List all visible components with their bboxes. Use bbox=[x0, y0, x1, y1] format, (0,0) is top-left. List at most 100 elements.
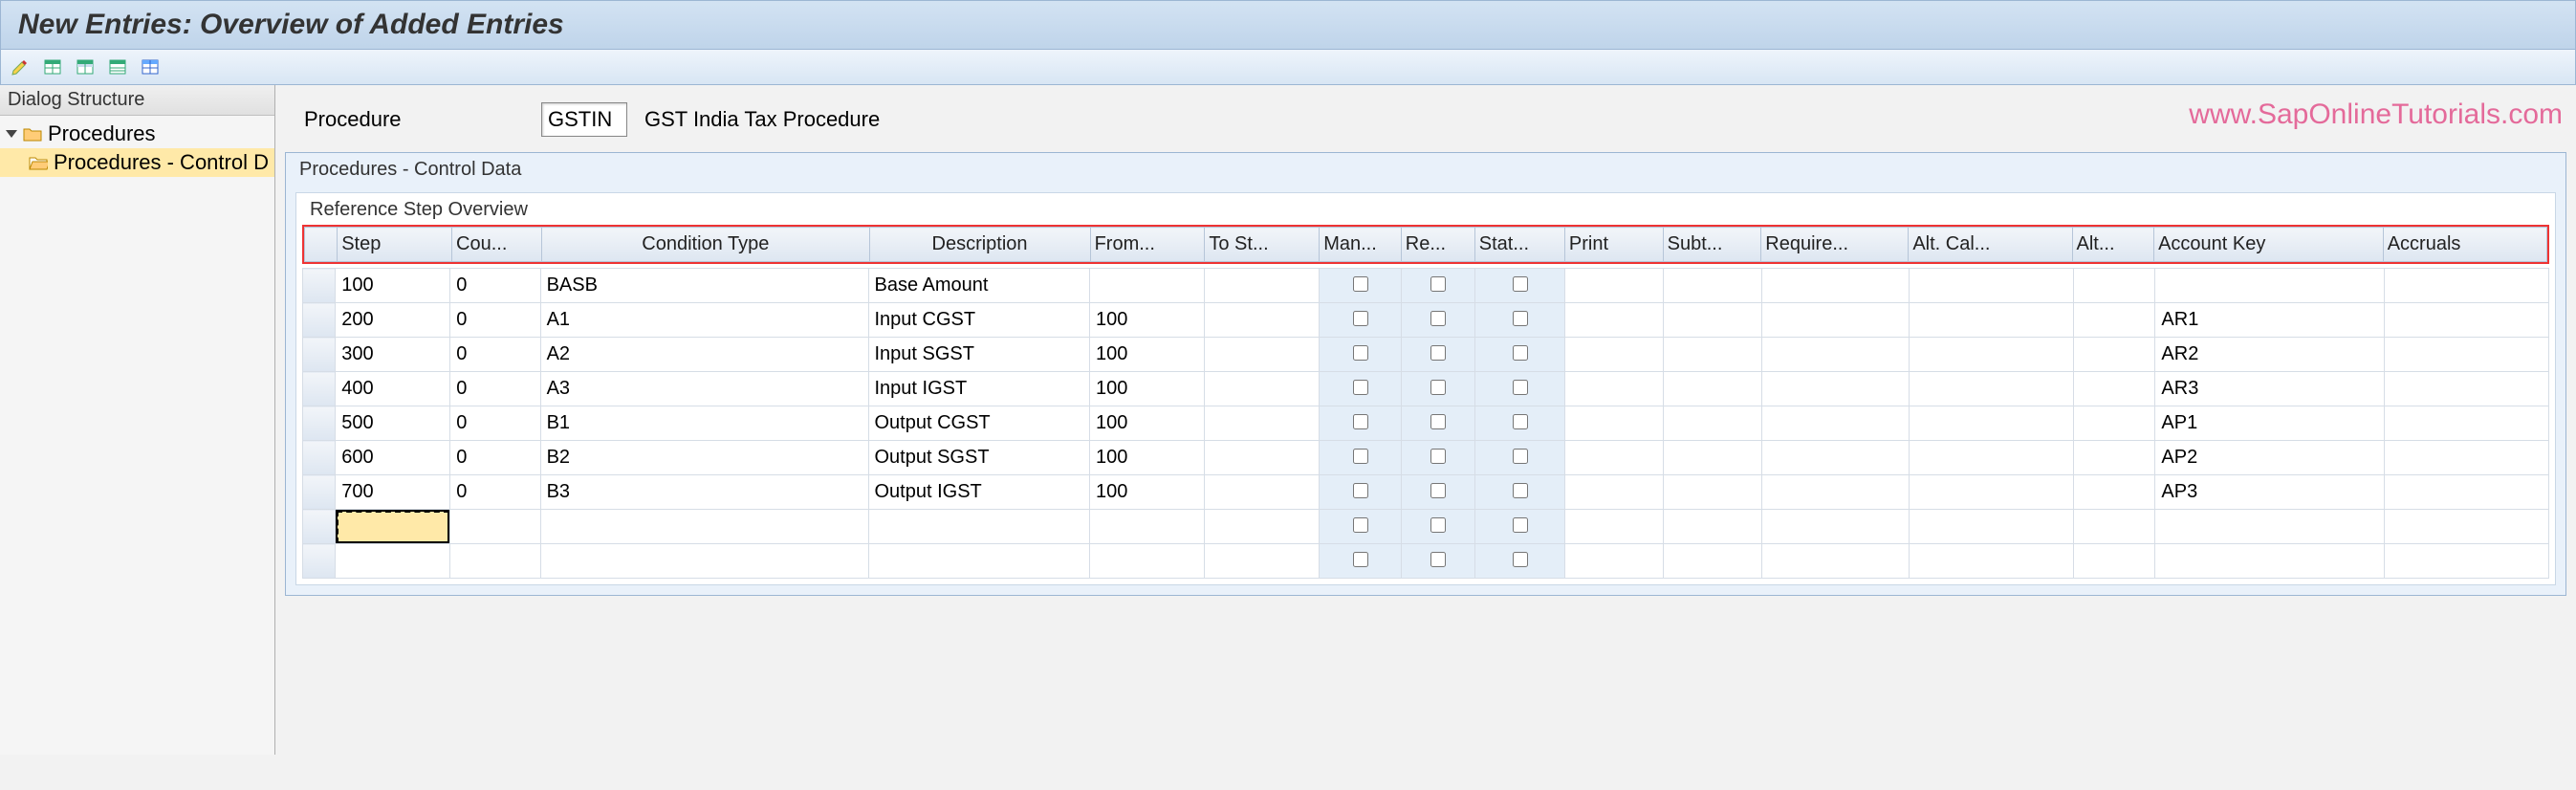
cell[interactable]: BASB bbox=[540, 269, 868, 303]
cell[interactable]: B1 bbox=[540, 406, 868, 441]
checkbox[interactable] bbox=[1353, 276, 1368, 292]
table-green-1-icon[interactable] bbox=[39, 54, 66, 80]
cell[interactable] bbox=[1320, 441, 1402, 475]
cell[interactable]: 200 bbox=[336, 303, 450, 338]
cell[interactable] bbox=[1761, 475, 1909, 510]
cell[interactable] bbox=[2073, 406, 2155, 441]
cell[interactable] bbox=[1761, 406, 1909, 441]
cell[interactable] bbox=[1664, 303, 1762, 338]
cell[interactable] bbox=[1320, 475, 1402, 510]
edit-pencil-icon[interactable] bbox=[7, 54, 33, 80]
cell[interactable] bbox=[1401, 338, 1474, 372]
column-header[interactable]: Condition Type bbox=[542, 228, 869, 262]
cell[interactable]: 0 bbox=[450, 269, 540, 303]
cell[interactable]: Input CGST bbox=[868, 303, 1089, 338]
cell[interactable] bbox=[1089, 269, 1204, 303]
checkbox[interactable] bbox=[1430, 552, 1446, 567]
cell[interactable] bbox=[1761, 510, 1909, 544]
tree-item-procedures[interactable]: Procedures bbox=[0, 120, 274, 148]
cell[interactable] bbox=[2385, 441, 2549, 475]
cell[interactable]: 100 bbox=[1089, 441, 1204, 475]
cell[interactable] bbox=[303, 510, 336, 544]
column-header[interactable]: Description bbox=[869, 228, 1090, 262]
cell[interactable] bbox=[303, 372, 336, 406]
checkbox[interactable] bbox=[1513, 414, 1528, 429]
cell[interactable] bbox=[1910, 544, 2073, 579]
checkbox[interactable] bbox=[1430, 517, 1446, 533]
checkbox[interactable] bbox=[1353, 414, 1368, 429]
table-row[interactable] bbox=[303, 544, 2549, 579]
cell[interactable] bbox=[1910, 269, 2073, 303]
column-header[interactable]: Subt... bbox=[1663, 228, 1761, 262]
cell[interactable] bbox=[1664, 372, 1762, 406]
cell[interactable] bbox=[1910, 303, 2073, 338]
cell[interactable] bbox=[2073, 303, 2155, 338]
cell[interactable] bbox=[1089, 510, 1204, 544]
cell[interactable] bbox=[2073, 269, 2155, 303]
cell[interactable] bbox=[303, 269, 336, 303]
checkbox[interactable] bbox=[1513, 517, 1528, 533]
cell[interactable]: Output CGST bbox=[868, 406, 1089, 441]
cell[interactable] bbox=[1401, 510, 1474, 544]
cell[interactable] bbox=[1565, 269, 1664, 303]
cell[interactable]: 100 bbox=[336, 269, 450, 303]
table-row[interactable]: 5000B1Output CGST100AP1 bbox=[303, 406, 2549, 441]
table-row[interactable]: 6000B2Output SGST100AP2 bbox=[303, 441, 2549, 475]
cell[interactable] bbox=[2385, 475, 2549, 510]
cell[interactable] bbox=[303, 406, 336, 441]
cell[interactable] bbox=[1474, 269, 1564, 303]
cell[interactable] bbox=[450, 544, 540, 579]
cell[interactable] bbox=[1910, 406, 2073, 441]
cell[interactable]: AP3 bbox=[2155, 475, 2385, 510]
cell[interactable] bbox=[1565, 338, 1664, 372]
cell[interactable] bbox=[2073, 338, 2155, 372]
cell[interactable] bbox=[450, 510, 540, 544]
cell[interactable] bbox=[1664, 406, 1762, 441]
cell[interactable] bbox=[2385, 269, 2549, 303]
cell[interactable]: 500 bbox=[336, 406, 450, 441]
cell[interactable]: AR2 bbox=[2155, 338, 2385, 372]
cell[interactable] bbox=[1910, 372, 2073, 406]
cell[interactable] bbox=[1401, 475, 1474, 510]
column-header[interactable]: To St... bbox=[1205, 228, 1320, 262]
cell[interactable] bbox=[868, 544, 1089, 579]
cell[interactable]: Base Amount bbox=[868, 269, 1089, 303]
cell[interactable]: AP1 bbox=[2155, 406, 2385, 441]
cell[interactable] bbox=[1320, 303, 1402, 338]
cell[interactable] bbox=[1320, 406, 1402, 441]
cell[interactable] bbox=[1204, 269, 1319, 303]
cell[interactable] bbox=[1664, 441, 1762, 475]
cell[interactable] bbox=[1401, 269, 1474, 303]
checkbox[interactable] bbox=[1513, 380, 1528, 395]
table-blue-icon[interactable] bbox=[137, 54, 164, 80]
cell[interactable]: 100 bbox=[1089, 475, 1204, 510]
cell[interactable] bbox=[1204, 338, 1319, 372]
cell[interactable]: AR1 bbox=[2155, 303, 2385, 338]
cell[interactable]: 300 bbox=[336, 338, 450, 372]
checkbox[interactable] bbox=[1513, 449, 1528, 464]
cell[interactable] bbox=[1474, 303, 1564, 338]
column-header[interactable]: Account Key bbox=[2154, 228, 2384, 262]
checkbox[interactable] bbox=[1353, 380, 1368, 395]
cell[interactable]: Input SGST bbox=[868, 338, 1089, 372]
table-row[interactable]: 1000BASBBase Amount bbox=[303, 269, 2549, 303]
cell[interactable] bbox=[2073, 372, 2155, 406]
cell[interactable] bbox=[1474, 406, 1564, 441]
cell[interactable]: 100 bbox=[1089, 406, 1204, 441]
cell[interactable] bbox=[1204, 510, 1319, 544]
column-header[interactable]: Accruals bbox=[2383, 228, 2546, 262]
checkbox[interactable] bbox=[1430, 414, 1446, 429]
cell[interactable] bbox=[1664, 510, 1762, 544]
column-header[interactable]: Alt. Cal... bbox=[1909, 228, 2072, 262]
cell[interactable] bbox=[303, 338, 336, 372]
cell[interactable] bbox=[1910, 475, 2073, 510]
cell[interactable]: AP2 bbox=[2155, 441, 2385, 475]
cell[interactable] bbox=[303, 303, 336, 338]
cell[interactable] bbox=[2155, 269, 2385, 303]
procedure-code-input[interactable] bbox=[541, 102, 627, 137]
cell[interactable]: 0 bbox=[450, 372, 540, 406]
cell[interactable] bbox=[1761, 338, 1909, 372]
control-data-table[interactable]: StepCou...Condition TypeDescriptionFrom.… bbox=[304, 227, 2547, 262]
cell[interactable] bbox=[1204, 544, 1319, 579]
table-green-2-icon[interactable] bbox=[72, 54, 98, 80]
